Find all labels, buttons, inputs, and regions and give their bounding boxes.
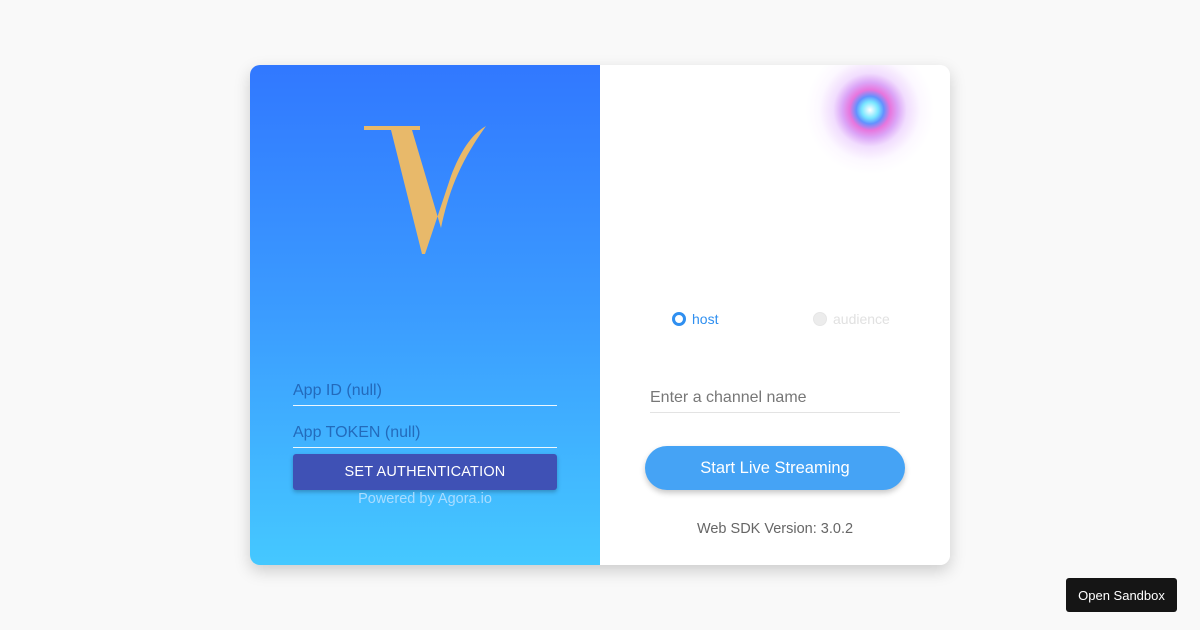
app-token-input[interactable] (293, 418, 557, 448)
audience-radio-label: audience (833, 311, 890, 327)
powered-by-text: Powered by Agora.io (358, 491, 492, 507)
login-card: SET AUTHENTICATION Powered by Agora.io h… (250, 65, 950, 565)
host-radio[interactable]: host (672, 311, 718, 327)
role-radio-group: host audience (672, 311, 902, 331)
auth-panel: SET AUTHENTICATION Powered by Agora.io (250, 65, 600, 565)
radio-selected-icon (672, 312, 686, 326)
set-authentication-button[interactable]: SET AUTHENTICATION (293, 454, 557, 490)
open-sandbox-button[interactable]: Open Sandbox (1066, 578, 1177, 612)
channel-name-input[interactable] (650, 383, 900, 413)
radio-unselected-icon (813, 312, 827, 326)
v-logo-icon (364, 126, 486, 254)
start-live-streaming-button[interactable]: Start Live Streaming (645, 446, 905, 490)
app-id-input[interactable] (293, 376, 557, 406)
sdk-version-text: Web SDK Version: 3.0.2 (696, 521, 854, 537)
host-radio-label: host (692, 311, 719, 327)
stream-panel: host audience Start Live Streaming Web S… (600, 65, 950, 565)
audience-radio[interactable]: audience (813, 311, 890, 327)
glowing-orb-icon (805, 65, 935, 175)
